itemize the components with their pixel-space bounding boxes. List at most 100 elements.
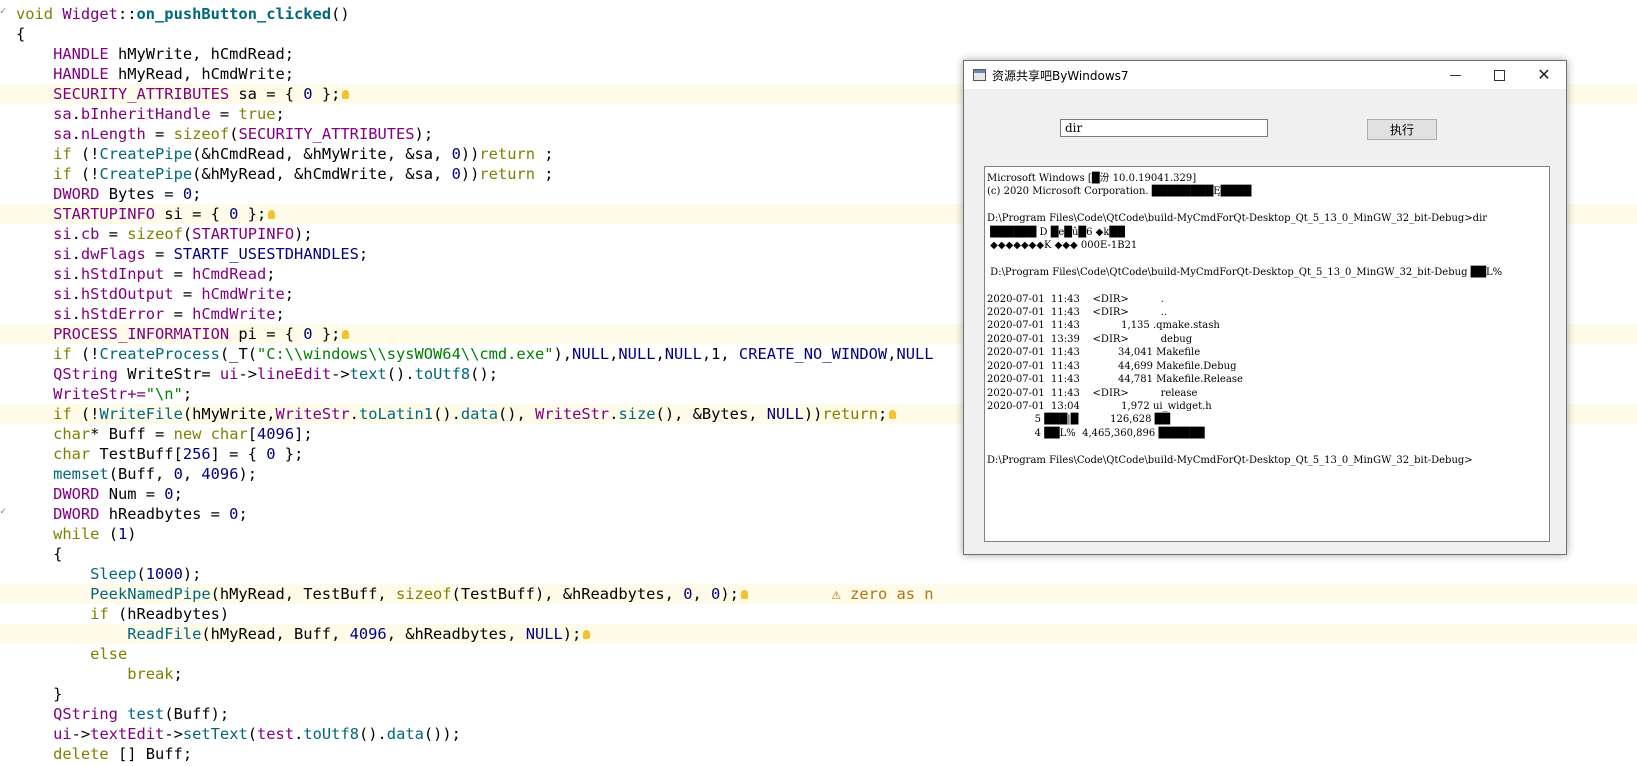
code-text: char* Buff = new char[4096]; bbox=[16, 425, 313, 443]
code-token: ; bbox=[358, 245, 369, 263]
code-token: if bbox=[53, 165, 72, 183]
lightbulb-icon[interactable] bbox=[342, 90, 350, 99]
code-line[interactable]: PROCESS_INFORMATION pi = { 0 }; bbox=[0, 324, 1637, 344]
code-token: if bbox=[90, 605, 109, 623]
code-line[interactable]: si.hStdError = hCmdWrite; bbox=[16, 304, 934, 324]
code-token: hStdError bbox=[80, 305, 165, 323]
run-button[interactable]: 执行 bbox=[1367, 119, 1437, 140]
code-token: DWORD bbox=[53, 505, 100, 523]
code-line[interactable]: STARTUPINFO si = { 0 }; bbox=[0, 204, 1637, 224]
maximize-button[interactable] bbox=[1478, 61, 1522, 89]
code-token: Num = bbox=[99, 485, 165, 503]
code-token: CreatePipe bbox=[99, 165, 193, 183]
title-bar[interactable]: 资源共享吧ByWindows7 ✕ bbox=[964, 61, 1566, 89]
code-text: HANDLE hMyWrite, hCmdRead; bbox=[16, 45, 294, 63]
code-token: else bbox=[90, 645, 128, 663]
lightbulb-icon[interactable] bbox=[268, 210, 276, 219]
close-icon: ✕ bbox=[1537, 65, 1551, 84]
code-line[interactable]: char TestBuff[256] = { 0 }; bbox=[16, 444, 934, 464]
code-token: (&hMyRead, &hCmdWrite, &sa, bbox=[192, 165, 452, 183]
code-line[interactable]: { bbox=[16, 24, 934, 44]
code-token: = bbox=[145, 125, 174, 143]
code-token: , bbox=[692, 585, 712, 603]
code-line[interactable]: sa.bInheritHandle = true; bbox=[16, 104, 934, 124]
code-text: { bbox=[16, 545, 62, 563]
code-line[interactable]: if (!CreateProcess(_T("C:\\windows\\sysW… bbox=[16, 344, 933, 364]
minimize-button[interactable] bbox=[1434, 61, 1478, 89]
lightbulb-icon[interactable] bbox=[583, 630, 591, 639]
code-line[interactable]: if (hReadbytes) bbox=[16, 604, 934, 624]
code-text: if (!WriteFile(hMyWrite,WriteStr.toLatin… bbox=[16, 405, 897, 423]
code-token: NULL bbox=[572, 345, 610, 363]
lightbulb-icon[interactable] bbox=[342, 330, 350, 339]
code-line[interactable]: DWORD Num = 0; bbox=[16, 484, 934, 504]
code-line[interactable]: while (1) bbox=[16, 524, 934, 544]
code-token: (Buff, bbox=[108, 465, 174, 483]
fold-marker[interactable]: ✓ bbox=[0, 6, 6, 17]
code-line[interactable]: sa.nLength = sizeof(SECURITY_ATTRIBUTES)… bbox=[16, 124, 934, 144]
code-line[interactable]: si.hStdInput = hCmdRead; bbox=[16, 264, 934, 284]
code-token: NULL bbox=[525, 625, 563, 643]
code-token: pi = { bbox=[229, 325, 304, 343]
code-token: STARTUPINFO bbox=[53, 205, 156, 223]
code-token: WriteStr= bbox=[117, 365, 220, 383]
code-line[interactable]: break; bbox=[16, 664, 934, 684]
code-line[interactable]: else bbox=[16, 644, 934, 664]
code-line[interactable]: ui->textEdit->setText(test.toUtf8().data… bbox=[16, 724, 934, 744]
code-text: DWORD Num = 0; bbox=[16, 485, 183, 503]
code-line[interactable]: void Widget::on_pushButton_clicked() bbox=[16, 4, 934, 24]
code-line[interactable]: Sleep(1000); bbox=[16, 564, 934, 584]
code-token: . bbox=[71, 265, 81, 283]
code-line[interactable]: if (!CreatePipe(&hCmdRead, &hMyWrite, &s… bbox=[16, 144, 934, 164]
code-line[interactable]: HANDLE hMyWrite, hCmdRead; bbox=[16, 44, 934, 64]
code-line[interactable]: si.hStdOutput = hCmdWrite; bbox=[16, 284, 934, 304]
code-token: data bbox=[460, 405, 498, 423]
maximize-icon bbox=[1494, 70, 1505, 81]
code-line[interactable]: ReadFile(hMyRead, Buff, 4096, &hReadbyte… bbox=[0, 624, 1637, 644]
code-line[interactable]: QString test(Buff); bbox=[16, 704, 934, 724]
warning-annotation[interactable]: ⚠ zero as n bbox=[832, 584, 934, 604]
code-line[interactable]: if (!WriteFile(hMyWrite,WriteStr.toLatin… bbox=[0, 404, 1637, 424]
code-line[interactable]: QString WriteStr= ui->lineEdit->text().t… bbox=[16, 364, 934, 384]
code-token: 1000 bbox=[145, 565, 183, 583]
code-line[interactable]: { bbox=[16, 544, 934, 564]
output-textedit[interactable]: Microsoft Windows [█汾 10.0.19041.329] (c… bbox=[984, 166, 1550, 542]
code-text: if (!CreateProcess(_T("C:\\windows\\sysW… bbox=[16, 345, 933, 363]
code-line[interactable]: delete [] Buff; bbox=[16, 744, 934, 764]
code-line[interactable]: } bbox=[16, 684, 934, 704]
code-line[interactable]: DWORD Bytes = 0; bbox=[16, 184, 934, 204]
code-line[interactable]: PeekNamedPipe(hMyRead, TestBuff, sizeof(… bbox=[0, 584, 1637, 604]
code-line[interactable]: HANDLE hMyRead, hCmdWrite; bbox=[16, 64, 934, 84]
code-line[interactable]: char* Buff = new char[4096]; bbox=[16, 424, 934, 444]
code-token: ); bbox=[294, 225, 313, 243]
code-line[interactable]: DWORD hReadbytes = 0; bbox=[16, 504, 934, 524]
code-token: ] = { bbox=[210, 445, 267, 463]
lightbulb-icon[interactable] bbox=[740, 590, 748, 599]
command-input[interactable] bbox=[1060, 119, 1268, 137]
lightbulb-icon[interactable] bbox=[889, 410, 897, 419]
code-line[interactable]: si.cb = sizeof(STARTUPINFO); bbox=[16, 224, 934, 244]
close-button[interactable]: ✕ bbox=[1522, 61, 1566, 89]
code-token: return bbox=[479, 165, 535, 183]
code-text: if (!CreatePipe(&hMyRead, &hCmdWrite, &s… bbox=[16, 165, 554, 183]
code-text: PeekNamedPipe(hMyRead, TestBuff, sizeof(… bbox=[16, 585, 748, 603]
code-token: ; bbox=[535, 165, 554, 183]
code-token: -> bbox=[164, 725, 183, 743]
code-line[interactable]: si.dwFlags = STARTF_USESTDHANDLES; bbox=[16, 244, 934, 264]
code-line[interactable]: SECURITY_ATTRIBUTES sa = { 0 }; bbox=[0, 84, 1637, 104]
code-line[interactable]: WriteStr+="\n"; bbox=[16, 384, 934, 404]
fold-marker[interactable]: ✓ bbox=[0, 506, 6, 517]
code-token: sa = { bbox=[229, 85, 304, 103]
code-lines: void Widget::on_pushButton_clicked(){ HA… bbox=[0, 4, 1637, 764]
code-text: si.dwFlags = STARTF_USESTDHANDLES; bbox=[16, 245, 368, 263]
code-token: . bbox=[71, 285, 81, 303]
code-line[interactable]: memset(Buff, 0, 4096); bbox=[16, 464, 934, 484]
code-token: }; bbox=[312, 85, 341, 103]
code-line[interactable]: if (!CreatePipe(&hMyRead, &hCmdWrite, &s… bbox=[16, 164, 934, 184]
